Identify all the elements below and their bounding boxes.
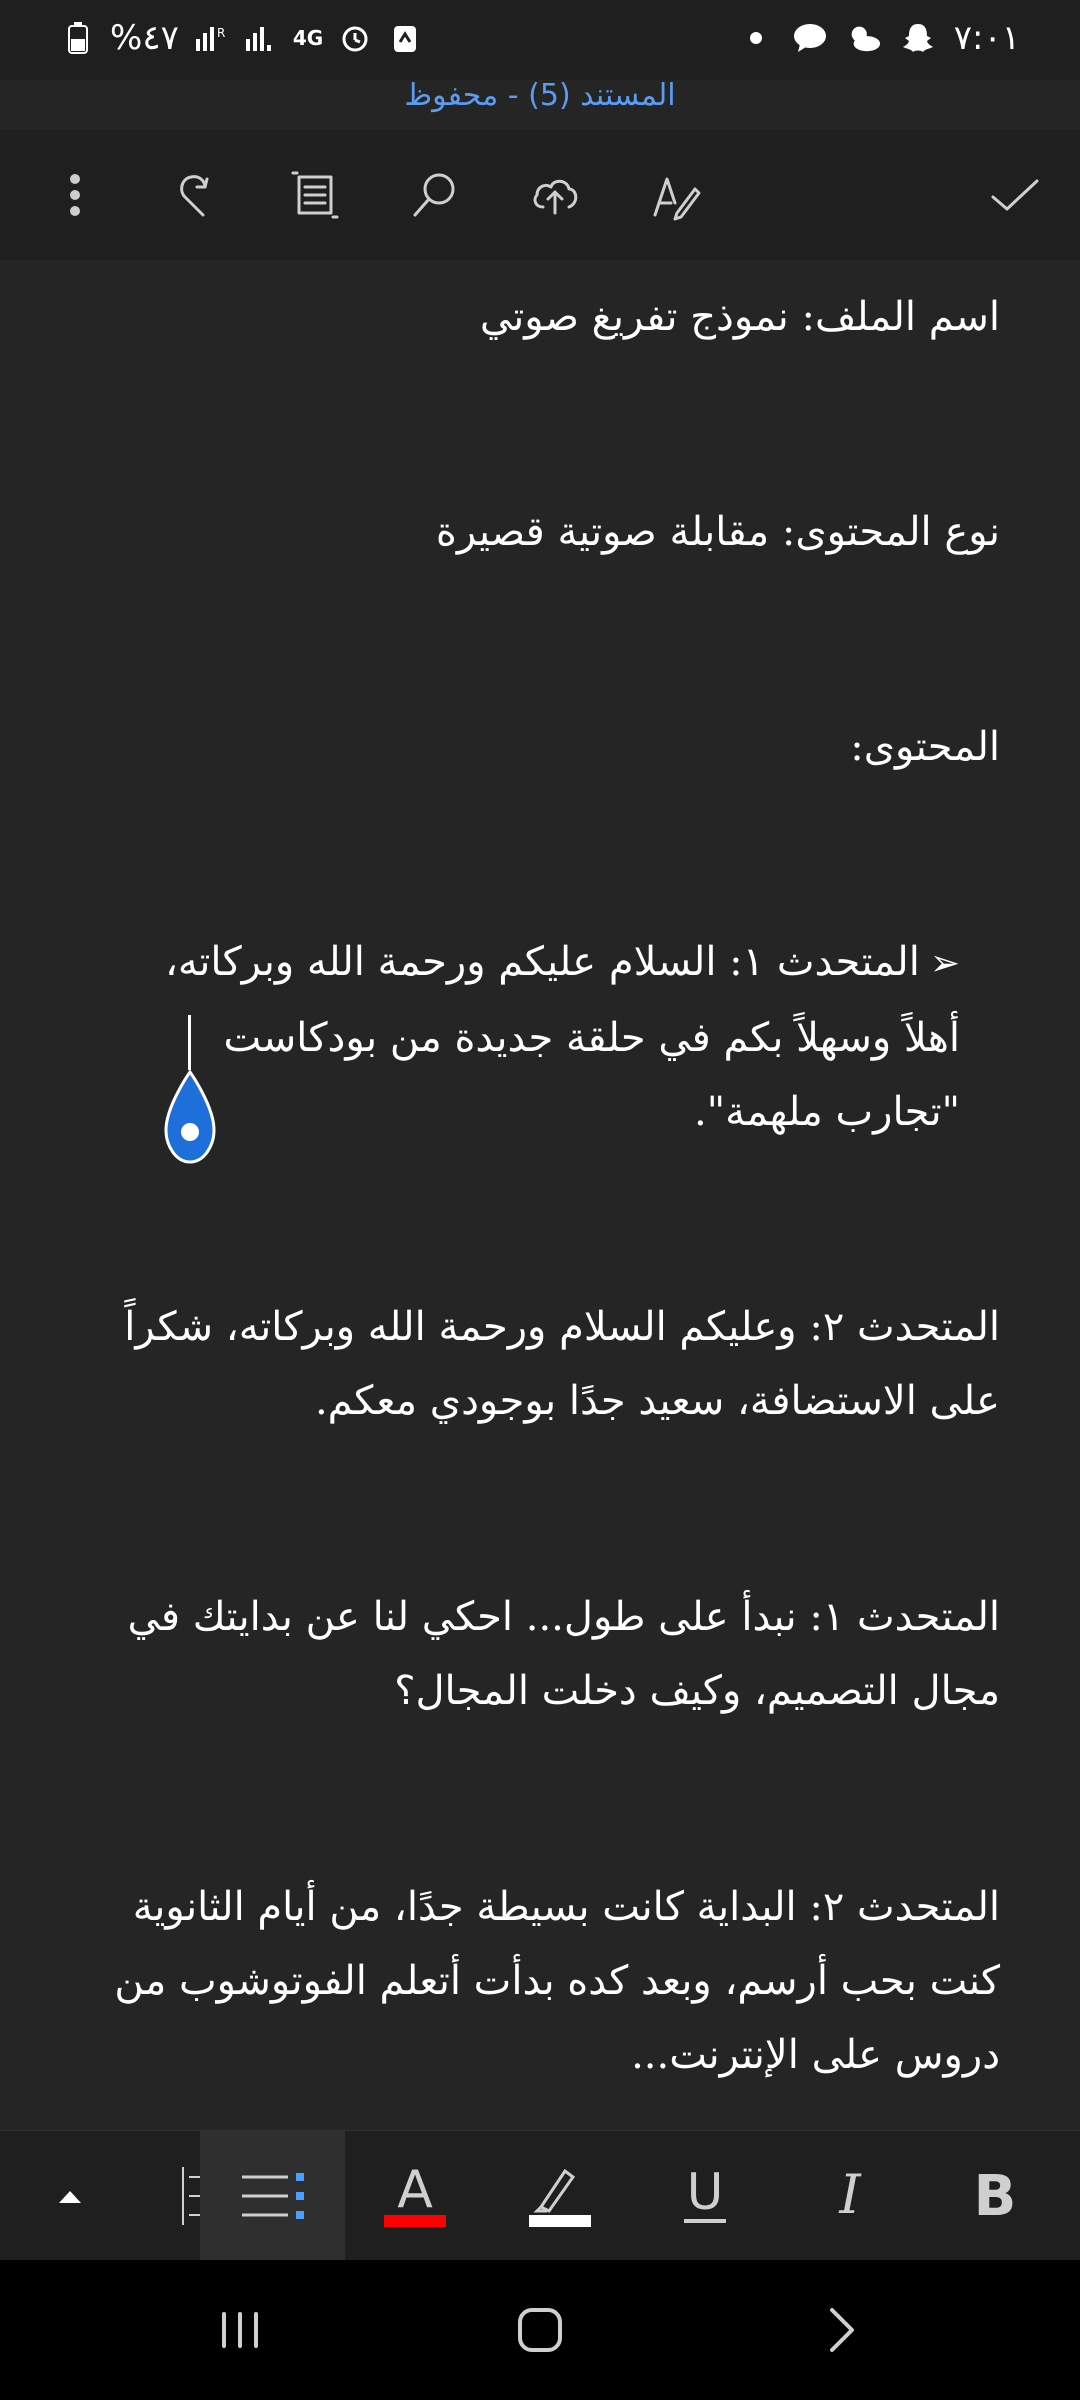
search-icon xyxy=(413,173,455,217)
font-color-icon: A xyxy=(384,2161,446,2227)
font-color-label: A xyxy=(397,2161,433,2220)
status-bar: %٤٧ R 4G ٧:٠١ xyxy=(0,0,1080,80)
reading-view-icon xyxy=(291,171,339,219)
text-cursor xyxy=(188,1015,191,1070)
underline-icon: U xyxy=(684,2163,726,2223)
alarm-icon xyxy=(337,20,373,56)
italic-label: I xyxy=(838,2163,862,2226)
battery-icon xyxy=(60,20,96,56)
clock: ٧:٠١ xyxy=(953,18,1020,58)
bold-icon: B xyxy=(974,2164,1017,2229)
chevron-right-icon xyxy=(830,2308,854,2352)
redo-icon xyxy=(180,175,209,217)
bullet-list-icon xyxy=(241,2173,304,2219)
doc-line-filename[interactable]: اسم الملف: نموذج تفريغ صوتي xyxy=(60,280,1000,354)
network-type: 4G xyxy=(292,26,324,50)
redo-button[interactable] xyxy=(160,160,230,230)
font-color-button[interactable]: A xyxy=(345,2131,485,2261)
draw-button[interactable] xyxy=(640,160,710,230)
check-icon xyxy=(991,179,1039,211)
bold-button[interactable]: B xyxy=(925,2131,1065,2261)
status-bar-right: ٧:٠١ xyxy=(738,18,1020,58)
dot-icon xyxy=(738,20,774,56)
draw-icon xyxy=(653,177,701,221)
document-body[interactable]: اسم الملف: نموذج تفريغ صوتي نوع المحتوى:… xyxy=(0,260,1080,2130)
home-button[interactable] xyxy=(495,2290,585,2370)
doc-line-speaker1-question[interactable]: المتحدث ١: نبدأ على طول... احكي لنا عن ب… xyxy=(60,1580,1000,1728)
bold-label: B xyxy=(974,2164,1017,2229)
highlighter-icon xyxy=(529,2168,591,2227)
italic-button[interactable]: I xyxy=(780,2131,920,2261)
caret-up-icon xyxy=(59,2191,81,2203)
weather-icon xyxy=(846,20,882,56)
expand-ribbon-button[interactable] xyxy=(0,2131,140,2261)
cursor-handle-icon[interactable] xyxy=(162,1070,218,1166)
search-button[interactable] xyxy=(400,160,470,230)
reading-view-button[interactable] xyxy=(280,160,350,230)
recent-apps-icon xyxy=(222,2312,258,2348)
back-button[interactable] xyxy=(795,2290,885,2370)
doc-line-speaker1-intro[interactable]: ➢المتحدث ١: السلام عليكم ورحمة الله وبرك… xyxy=(100,925,960,1149)
system-nav-bar xyxy=(0,2260,1080,2400)
underline-button[interactable]: U xyxy=(635,2131,775,2261)
highlight-button[interactable] xyxy=(490,2131,630,2261)
underline-label: U xyxy=(687,2163,724,2221)
doc-line-content-label[interactable]: المحتوى: xyxy=(60,710,1000,784)
document-title[interactable]: المستند (5) - محفوظ xyxy=(0,78,1080,113)
snapchat-icon xyxy=(900,20,936,56)
more-icon xyxy=(70,174,80,216)
formatting-bar: 1 2 3 A U I xyxy=(0,2130,1080,2261)
svg-text:R: R xyxy=(217,26,225,40)
status-bar-left: %٤٧ R 4G xyxy=(60,18,423,58)
bullet-arrow-icon: ➢ xyxy=(929,943,960,984)
top-toolbar xyxy=(0,130,1080,260)
battery-percent: %٤٧ xyxy=(110,18,179,58)
messenger-icon xyxy=(792,20,828,56)
signal-icon xyxy=(243,20,279,56)
bullet-list-button[interactable] xyxy=(200,2131,345,2261)
upload-icon xyxy=(533,179,578,215)
doc-line-speaker2-answer[interactable]: المتحدث ٢: البداية كانت بسيطة جدًا، من أ… xyxy=(60,1870,1000,2092)
clipboard-icon xyxy=(387,20,423,56)
done-button[interactable] xyxy=(980,160,1050,230)
doc-line-content-type[interactable]: نوع المحتوى: مقابلة صوتية قصيرة xyxy=(60,495,1000,569)
bullet-text[interactable]: المتحدث ١: السلام عليكم ورحمة الله وبركا… xyxy=(165,939,960,1135)
signal-r-icon: R xyxy=(193,20,229,56)
recent-apps-button[interactable] xyxy=(195,2290,285,2370)
more-options-button[interactable] xyxy=(40,160,110,230)
italic-icon: I xyxy=(838,2163,862,2226)
upload-button[interactable] xyxy=(520,160,590,230)
home-icon xyxy=(518,2308,562,2352)
doc-line-speaker2-reply[interactable]: المتحدث ٢: وعليكم السلام ورحمة الله وبرك… xyxy=(60,1290,1000,1438)
